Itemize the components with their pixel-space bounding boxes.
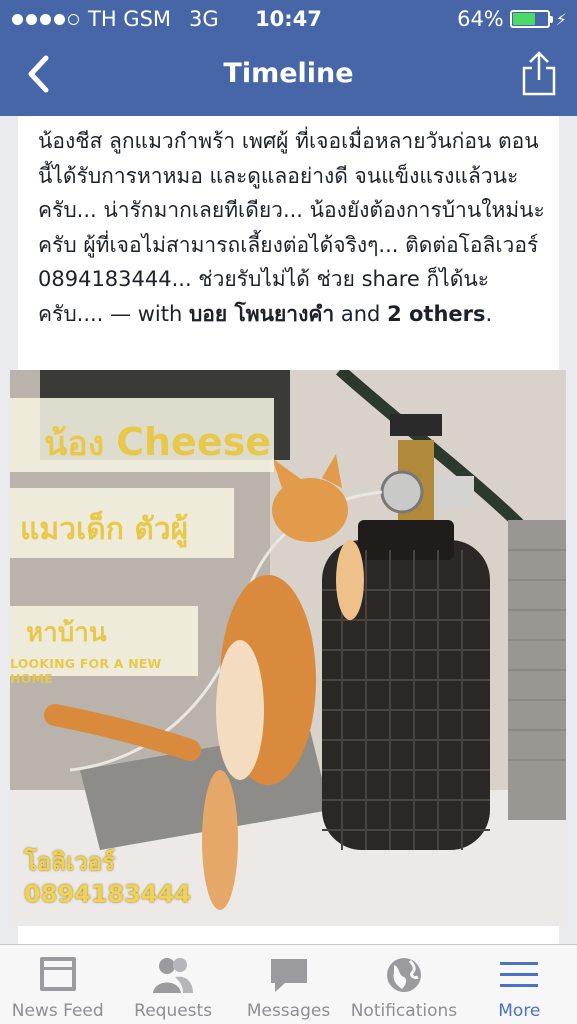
messages-icon — [270, 959, 307, 992]
post-and: and — [340, 301, 381, 326]
post-photo[interactable]: น้อง Cheese แมวเด็ก ตัวผู้ หาบ้าน LOOKIN… — [10, 370, 566, 926]
tab-notifications[interactable]: Notifications — [346, 945, 461, 1024]
overlay-name: Cheese — [116, 420, 271, 464]
overlay-name-prefix: น้อง — [44, 424, 105, 464]
page-title: Timeline — [223, 58, 354, 89]
overlay-home-thai: หาบ้าน — [26, 618, 107, 648]
tab-bar: News Feed Requests Messages Notification… — [0, 944, 577, 1024]
tagged-user-link[interactable]: บอย โพนยางคำ — [189, 302, 334, 326]
post-end: . — [485, 301, 493, 326]
news-feed-icon — [39, 957, 76, 991]
battery-icon — [509, 10, 553, 28]
tagged-others-link[interactable]: 2 others — [387, 302, 485, 326]
tab-more[interactable]: More — [462, 945, 577, 1024]
charging-icon: ⚡ — [555, 9, 567, 29]
overlay-looking-for-home: หาบ้าน LOOKING FOR A NEW HOME — [10, 606, 198, 686]
globe-icon — [386, 958, 421, 992]
tab-label: Notifications — [350, 1001, 458, 1021]
status-bar: TH GSM 3G 10:47 64% ⚡ — [0, 0, 577, 38]
overlay-cat-name: น้อง Cheese — [10, 398, 274, 472]
tab-messages[interactable]: Messages — [231, 945, 346, 1024]
tab-label: Requests — [134, 1001, 213, 1021]
top-bar: TH GSM 3G 10:47 64% ⚡ Timeline — [0, 0, 577, 116]
battery-fill — [512, 13, 535, 25]
tab-label: Messages — [246, 1001, 331, 1021]
navigation-bar: Timeline — [0, 38, 577, 116]
overlay-contact: โอลิเวอร์ 0894183444 — [24, 846, 191, 910]
overlay-home-en: LOOKING FOR A NEW HOME — [10, 656, 162, 686]
contact-phone: 0894183444 — [24, 880, 191, 908]
overlay-cat-type: แมวเด็ก ตัวผู้ — [10, 488, 234, 558]
tab-label: News Feed — [11, 1001, 104, 1021]
post-body: น้องชีส ลูกแมวกำพร้า เพศผู้ ที่เจอเมื่อห… — [38, 129, 545, 326]
friend-requests-icon — [153, 958, 194, 993]
share-icon[interactable] — [519, 50, 559, 98]
battery-percent: 64% — [457, 7, 504, 31]
menu-icon — [500, 962, 539, 987]
post-text: น้องชีส ลูกแมวกำพร้า เพศผู้ ที่เจอเมื่อห… — [38, 124, 548, 331]
contact-name: โอลิเวอร์ — [24, 848, 115, 876]
tab-news-feed[interactable]: News Feed — [0, 945, 115, 1024]
tab-label: More — [498, 1001, 541, 1021]
tab-requests[interactable]: Requests — [115, 945, 230, 1024]
